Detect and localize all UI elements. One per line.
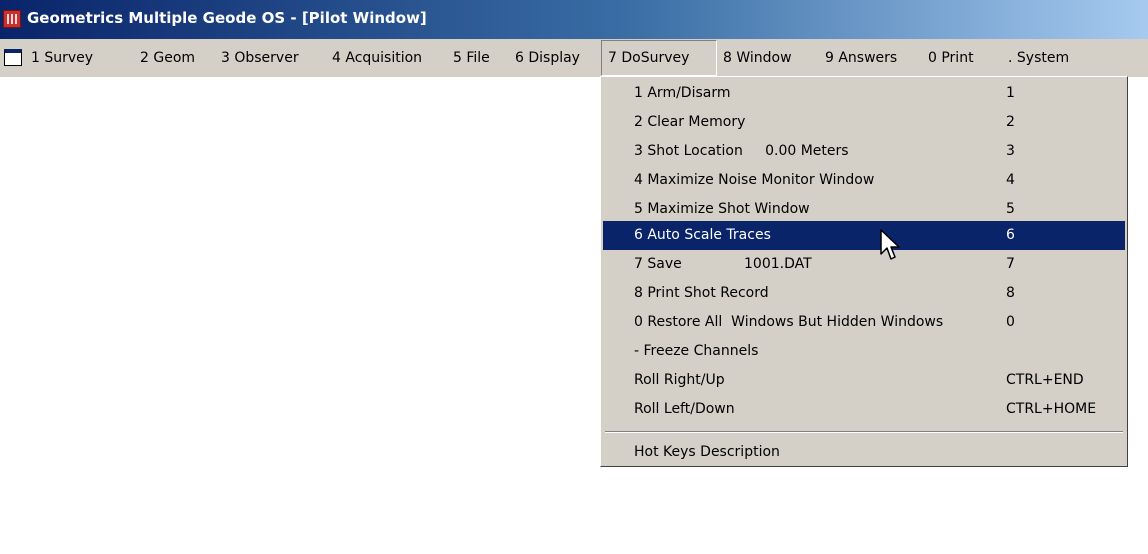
menu-item-restore-all-windows[interactable]: 0 Restore All Windows But Hidden Windows… (603, 308, 1125, 337)
menu-geom[interactable]: 2 Geom (137, 39, 198, 77)
menu-item-shot-location[interactable]: 3 Shot Location 0.00 Meters 3 (603, 137, 1125, 166)
menu-file[interactable]: 5 File (450, 39, 493, 77)
menu-dosurvey[interactable]: 7 DoSurvey (601, 40, 717, 76)
menu-observer[interactable]: 3 Observer (218, 39, 302, 77)
menu-bar: 1 Survey 2 Geom 3 Observer 4 Acquisition… (0, 39, 1148, 77)
dosurvey-dropdown-menu: 1 Arm/Disarm 1 2 Clear Memory 2 3 Shot L… (600, 76, 1128, 467)
menu-print[interactable]: 0 Print (925, 39, 977, 77)
menu-item-clear-memory[interactable]: 2 Clear Memory 2 (603, 108, 1125, 137)
menu-item-auto-scale-traces[interactable]: 6 Auto Scale Traces 6 (603, 221, 1125, 250)
menu-item-hot-keys-description[interactable]: Hot Keys Description (603, 438, 1125, 467)
menu-item-label: Roll Left/Down (634, 401, 735, 417)
menu-item-shortcut: 0 (1006, 314, 1015, 330)
menu-item-label: Roll Right/Up (634, 372, 725, 388)
menu-item-label: 4 Maximize Noise Monitor Window (634, 172, 875, 188)
menu-item-label: 6 Auto Scale Traces (634, 227, 771, 243)
mdi-document-icon[interactable] (4, 49, 22, 66)
menu-item-shortcut: 8 (1006, 285, 1015, 301)
menu-item-label: 0 Restore All Windows But Hidden Windows (634, 314, 944, 330)
menu-item-roll-right-up[interactable]: Roll Right/Up CTRL+END (603, 366, 1125, 395)
menu-answers[interactable]: 9 Answers (822, 39, 900, 77)
menu-item-shortcut: CTRL+END (1006, 372, 1084, 388)
menu-item-label: - Freeze Channels (634, 343, 759, 359)
menu-survey[interactable]: 1 Survey (28, 39, 96, 77)
menu-item-shortcut: 5 (1006, 201, 1015, 217)
menu-item-label: 8 Print Shot Record (634, 285, 769, 301)
menu-item-print-shot-record[interactable]: 8 Print Shot Record 8 (603, 279, 1125, 308)
menu-item-label: 3 Shot Location 0.00 Meters (634, 143, 849, 159)
menu-item-roll-left-down[interactable]: Roll Left/Down CTRL+HOME (603, 395, 1125, 424)
menu-item-shortcut: 6 (1006, 227, 1015, 243)
mouse-pointer-icon (880, 229, 900, 260)
menu-item-freeze-channels[interactable]: - Freeze Channels (603, 337, 1125, 366)
title-bar[interactable]: Geometrics Multiple Geode OS - [Pilot Wi… (0, 0, 1148, 39)
menu-item-shortcut: 7 (1006, 256, 1015, 272)
menu-item-shortcut: CTRL+HOME (1006, 401, 1097, 417)
window-title: Geometrics Multiple Geode OS - [Pilot Wi… (27, 9, 427, 27)
menu-display[interactable]: 6 Display (512, 39, 583, 77)
geode-app-icon[interactable] (3, 10, 21, 28)
menu-item-shortcut: 3 (1006, 143, 1015, 159)
menu-item-label: 5 Maximize Shot Window (634, 201, 810, 217)
menu-acquisition[interactable]: 4 Acquisition (329, 39, 425, 77)
menu-item-maximize-shot-window[interactable]: 5 Maximize Shot Window 5 (603, 195, 1125, 224)
menu-separator (605, 431, 1123, 433)
menu-item-shortcut: 2 (1006, 114, 1015, 130)
menu-item-shortcut: 4 (1006, 172, 1015, 188)
menu-item-label: 1 Arm/Disarm (634, 85, 731, 101)
menu-item-label: Hot Keys Description (634, 444, 780, 460)
menu-item-label: 2 Clear Memory (634, 114, 746, 130)
menu-system[interactable]: . System (1005, 39, 1072, 77)
menu-item-arm-disarm[interactable]: 1 Arm/Disarm 1 (603, 79, 1125, 108)
menu-item-shortcut: 1 (1006, 85, 1015, 101)
menu-item-label: 7 Save 1001.DAT (634, 256, 812, 272)
menu-item-save[interactable]: 7 Save 1001.DAT 7 (603, 250, 1125, 279)
menu-item-maximize-noise-monitor[interactable]: 4 Maximize Noise Monitor Window 4 (603, 166, 1125, 195)
menu-window[interactable]: 8 Window (720, 39, 795, 77)
